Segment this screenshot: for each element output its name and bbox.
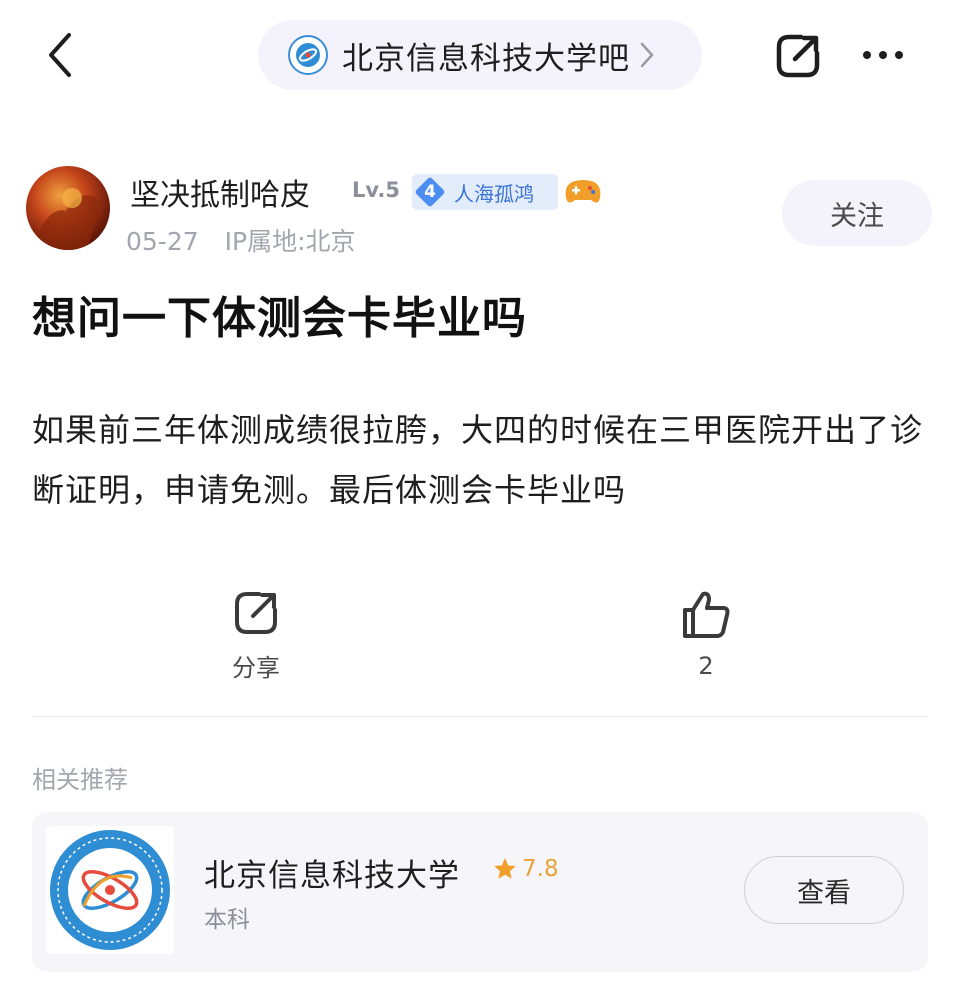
post-body: 如果前三年体测成绩很拉胯，大四的时候在三甲医院开出了诊断证明，申请免测。最后体测…	[32, 411, 924, 509]
more-dots-icon	[895, 51, 903, 59]
back-arrow-icon	[49, 33, 71, 77]
chevron-right-icon	[640, 42, 654, 68]
star-icon	[494, 858, 516, 879]
like-action[interactable]: 2	[646, 588, 766, 680]
gamepad-icon	[564, 178, 602, 206]
top-bar: 北京信息科技大学吧	[0, 0, 960, 110]
post-date: 05-27	[126, 227, 199, 256]
university-logo-icon	[288, 35, 328, 75]
author-level: Lv.5	[352, 178, 400, 202]
university-emblem	[46, 826, 174, 954]
badge-title: 人海孤鸿	[454, 181, 534, 206]
section-divider	[32, 716, 928, 717]
recommend-name: 北京信息科技大学	[204, 858, 460, 894]
follow-button[interactable]: 关注	[782, 180, 932, 246]
share-icon	[235, 592, 277, 634]
post-title: 想问一下体测会卡毕业吗	[32, 293, 527, 344]
related-title: 相关推荐	[32, 766, 128, 794]
share-label: 分享	[232, 654, 280, 682]
author-avatar[interactable]	[26, 166, 110, 250]
more-button[interactable]	[852, 30, 914, 80]
ip-location: IP属地:北京	[224, 227, 356, 256]
like-count: 2	[698, 652, 714, 680]
recommend-type: 本科	[204, 907, 250, 933]
recommend-card[interactable]: 北京信息科技大学 7.8 本科 查看	[32, 812, 928, 972]
back-button[interactable]	[38, 28, 82, 82]
author-badge[interactable]: 4 人海孤鸿	[412, 174, 558, 210]
view-button[interactable]: 查看	[744, 856, 904, 924]
post-meta: 05-27 IP属地:北京	[126, 222, 356, 258]
rating-value: 7.8	[522, 856, 559, 882]
more-dots-icon	[863, 51, 871, 59]
thumbs-up-icon	[683, 591, 730, 638]
share-icon	[776, 34, 820, 78]
recommend-rating: 7.8	[492, 856, 559, 882]
more-dots-icon	[879, 51, 887, 59]
share-button-top[interactable]	[770, 30, 826, 82]
share-action[interactable]: 分享	[196, 588, 316, 683]
forum-name: 北京信息科技大学吧	[342, 40, 630, 77]
author-name[interactable]: 坚决抵制哈皮	[130, 170, 310, 214]
forum-link[interactable]: 北京信息科技大学吧	[258, 20, 702, 90]
badge-diamond-icon: 4	[414, 176, 446, 208]
